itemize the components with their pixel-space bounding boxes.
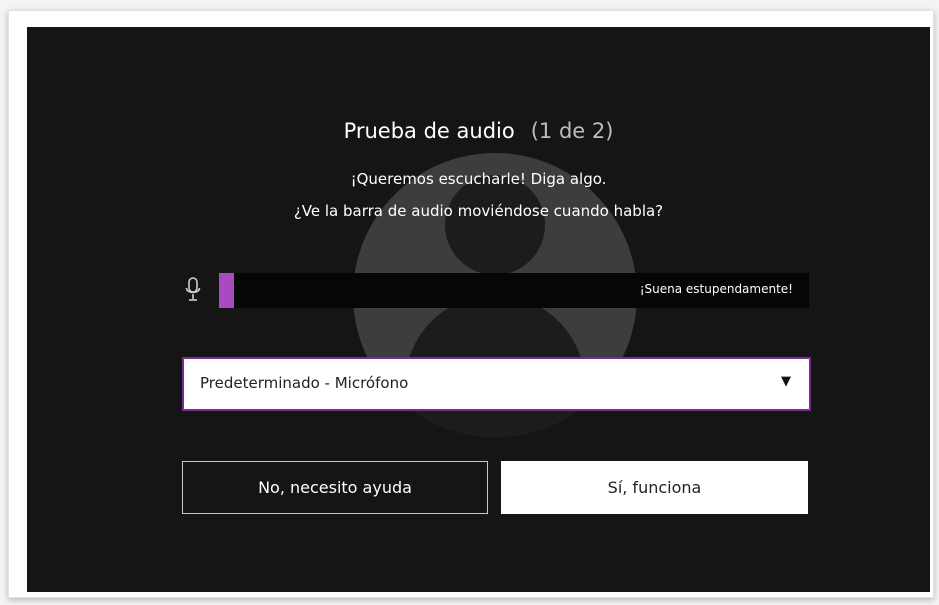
step-indicator: (1 de 2) — [530, 119, 614, 143]
silhouette-head — [445, 175, 545, 275]
audio-level-fill — [219, 273, 234, 308]
microphone-select-value: Predeterminado - Micrófono — [200, 374, 409, 392]
instruction-line-1: ¡Queremos escucharle! Diga algo. — [350, 170, 607, 188]
audio-level-meter: ¡Suena estupendamente! — [219, 273, 809, 308]
screenshot-frame: Prueba de audio (1 de 2) ¡Queremos escuch… — [0, 0, 939, 605]
dialog-title-text: Prueba de audio — [343, 119, 515, 143]
microphone-select[interactable]: Predeterminado - Micrófono ▼ — [182, 357, 811, 411]
caret-down-icon: ▼ — [781, 374, 791, 389]
audio-test-dialog: Prueba de audio (1 de 2) ¡Queremos escuch… — [27, 27, 930, 592]
dialog-title: Prueba de audio (1 de 2) — [27, 119, 930, 143]
instruction-line-2: ¿Ve la barra de audio moviéndose cuando … — [293, 202, 664, 220]
works-button[interactable]: Sí, funciona — [501, 461, 808, 514]
need-help-button[interactable]: No, necesito ayuda — [182, 461, 488, 514]
audio-status-text: ¡Suena estupendamente! — [639, 282, 793, 296]
microphone-icon — [185, 277, 201, 301]
